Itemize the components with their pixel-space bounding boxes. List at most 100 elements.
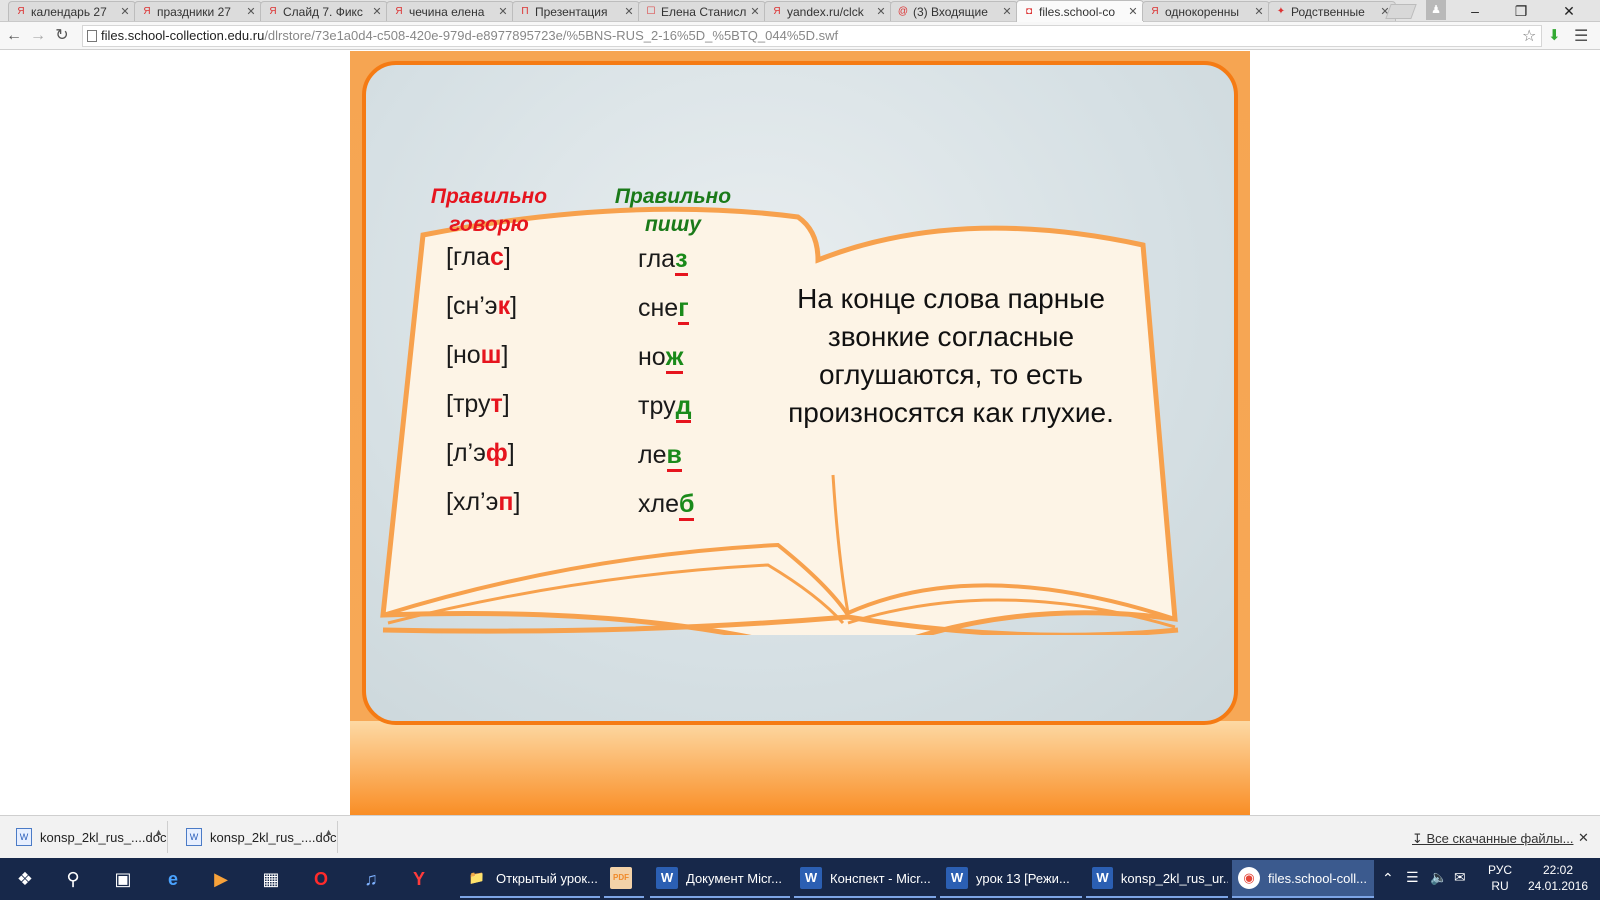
forward-icon[interactable]: → <box>28 26 48 46</box>
word-doc-icon: W <box>186 828 202 846</box>
tab-close-icon[interactable]: ✕ <box>749 5 761 18</box>
back-icon[interactable]: ← <box>4 26 24 46</box>
written-word-start: хле <box>638 490 679 518</box>
tab-close-icon[interactable]: ✕ <box>497 5 509 18</box>
edge-icon[interactable]: e <box>158 864 188 894</box>
tab-favicon-icon: ◘ <box>1025 5 1033 17</box>
chevron-down-icon[interactable]: ▲ <box>324 827 333 837</box>
browser-tab[interactable]: ◘ files.school-co ✕ <box>1016 0 1144 22</box>
restore-icon[interactable]: ❐ <box>1498 0 1544 22</box>
tab-label: files.school-co <box>1039 4 1116 19</box>
tab-label: Слайд 7. Фикс <box>283 4 363 19</box>
flash-movie[interactable]: Правильно говорю Правильно пишу [глас] гл… <box>350 51 1250 815</box>
spoken-word: [хл’эп] <box>446 488 520 517</box>
download-item-label: konsp_2kl_rus_....doc <box>210 829 337 845</box>
search-icon[interactable]: ⚲ <box>58 864 88 894</box>
spoken-final-sound: ш <box>480 341 502 369</box>
spoken-word-start: [сн’э <box>446 292 498 320</box>
volume-icon[interactable]: 🔈 <box>1430 869 1447 886</box>
tab-label: yandex.ru/clck <box>787 4 864 19</box>
tab-close-icon[interactable]: ✕ <box>1253 5 1265 18</box>
spoken-word-start: [л’э <box>446 439 486 467</box>
tab-close-icon[interactable]: ✕ <box>1001 5 1013 18</box>
word-icon: W <box>1092 867 1113 889</box>
language-indicator[interactable]: РУС RU <box>1486 862 1514 894</box>
browser-tab[interactable]: П Презентация ✕ <box>512 1 640 21</box>
tab-close-icon[interactable]: ✕ <box>245 5 257 18</box>
written-word: снег <box>638 294 689 325</box>
browser-tab[interactable]: @ (3) Входящие ✕ <box>890 1 1018 21</box>
tab-favicon-icon: @ <box>897 5 909 17</box>
written-word: лев <box>638 441 682 472</box>
profile-icon[interactable]: ♟ <box>1426 0 1446 20</box>
tab-close-icon[interactable]: ✕ <box>371 5 383 18</box>
written-word: труд <box>638 392 692 423</box>
tab-favicon-icon: Я <box>773 5 781 17</box>
taskbar-app[interactable]: 📁 Открытый урок... <box>460 860 600 898</box>
browser-tab[interactable]: Ячечина елена ✕ <box>386 1 514 21</box>
new-tab-button[interactable] <box>1385 4 1417 19</box>
all-downloads-link[interactable]: ↧ Все скачанные файлы... <box>1412 831 1573 847</box>
taskbar-app[interactable]: W Конспект - Micr... <box>794 860 936 898</box>
tab-close-icon[interactable]: ✕ <box>623 5 635 18</box>
browser-tab[interactable]: Якалендарь 27 ✕ <box>8 1 136 21</box>
browser-tab[interactable]: Я Слайд 7. Фикс ✕ <box>260 1 388 21</box>
reload-icon[interactable]: ↻ <box>52 26 72 46</box>
media-player-icon[interactable]: ▶ <box>206 864 236 894</box>
windows-start-icon[interactable]: ❖ <box>10 864 40 894</box>
written-word-start: тру <box>638 392 676 420</box>
taskbar-app[interactable]: W Документ Micr... <box>650 860 790 898</box>
browser-tab[interactable]: Япраздники 27 ✕ <box>134 1 262 21</box>
pdf-icon: PDF <box>610 867 632 889</box>
taskbar-app[interactable]: ◉ files.school-coll... <box>1232 860 1374 898</box>
menu-icon[interactable]: ☰ <box>1574 26 1588 46</box>
notifications-icon[interactable]: ✉ <box>1454 869 1466 886</box>
spoken-final-sound: к <box>497 292 511 320</box>
bookmark-star-icon[interactable]: ☆ <box>1522 26 1536 46</box>
chevron-down-icon[interactable]: ▲ <box>154 827 163 837</box>
taskbar-app-label: Документ Micr... <box>686 870 782 886</box>
address-bar[interactable]: files.school-collection.edu.ru/dlrstore/… <box>82 25 1542 47</box>
browser-tab[interactable]: ☐ Елена Станисл ✕ <box>638 1 766 21</box>
page-content: Правильно говорю Правильно пишу [глас] гл… <box>0 51 1600 815</box>
tab-label: Елена Станисл <box>661 4 747 19</box>
tab-label: календарь 27 <box>31 4 107 19</box>
browser-toolbar: ← → ↻ files.school-collection.edu.ru/dlr… <box>0 22 1600 50</box>
spoken-final-sound: с <box>490 243 504 271</box>
word-doc-icon: W <box>16 828 32 846</box>
audio-icon[interactable]: ♫ <box>356 864 386 894</box>
task-view-icon[interactable]: ▣ <box>108 864 138 894</box>
close-window-icon[interactable]: ✕ <box>1546 0 1592 22</box>
minimize-icon[interactable]: – <box>1452 0 1498 22</box>
page-icon <box>87 30 97 42</box>
written-final-letter: д <box>675 392 692 423</box>
browser-tab[interactable]: ✦ Родственные ✕ <box>1268 1 1396 21</box>
spoken-final-sound: ф <box>485 439 508 467</box>
download-item-1[interactable]: W konsp_2kl_rus_....doc ▲ <box>6 821 168 853</box>
opera-icon[interactable]: O <box>306 864 336 894</box>
tab-favicon-icon: Я <box>269 5 277 17</box>
close-shelf-icon[interactable]: ✕ <box>1578 830 1589 846</box>
yandex-browser-icon[interactable]: Y <box>404 864 434 894</box>
store-icon[interactable]: ▦ <box>256 864 286 894</box>
tab-favicon-icon: Я <box>395 5 403 17</box>
clock[interactable]: 22:02 24.01.2016 <box>1524 862 1592 894</box>
taskbar-app[interactable]: Wурок 13 [Режи... <box>940 860 1082 898</box>
taskbar-app-label: урок 13 [Режи... <box>976 870 1070 886</box>
download-item-2[interactable]: W konsp_2kl_rus_....doc ▲ <box>176 821 338 853</box>
taskbar-app-label: konsp_2kl_rus_ur... <box>1120 870 1228 886</box>
tab-close-icon[interactable]: ✕ <box>875 5 887 18</box>
spoken-word: [л’эф] <box>446 439 515 468</box>
rule-text: На конце слова парные звонкие согласные … <box>788 283 1114 428</box>
browser-tab[interactable]: Яyandex.ru/clck ✕ <box>764 1 892 21</box>
written-word-start: гла <box>638 245 676 273</box>
taskbar-app[interactable]: PDF <box>604 860 644 898</box>
download-extension-icon[interactable]: ⬇ <box>1548 26 1561 44</box>
tab-close-icon[interactable]: ✕ <box>119 5 131 18</box>
taskbar-app[interactable]: Wkonsp_2kl_rus_ur... <box>1086 860 1228 898</box>
tab-close-icon[interactable]: ✕ <box>1127 5 1139 18</box>
network-icon[interactable]: ☰ <box>1406 869 1419 886</box>
tray-chevron-icon[interactable]: ⌃ <box>1382 870 1394 887</box>
browser-tab[interactable]: Яоднокоренны ✕ <box>1142 1 1270 21</box>
tab-label: Родственные <box>1291 4 1365 19</box>
